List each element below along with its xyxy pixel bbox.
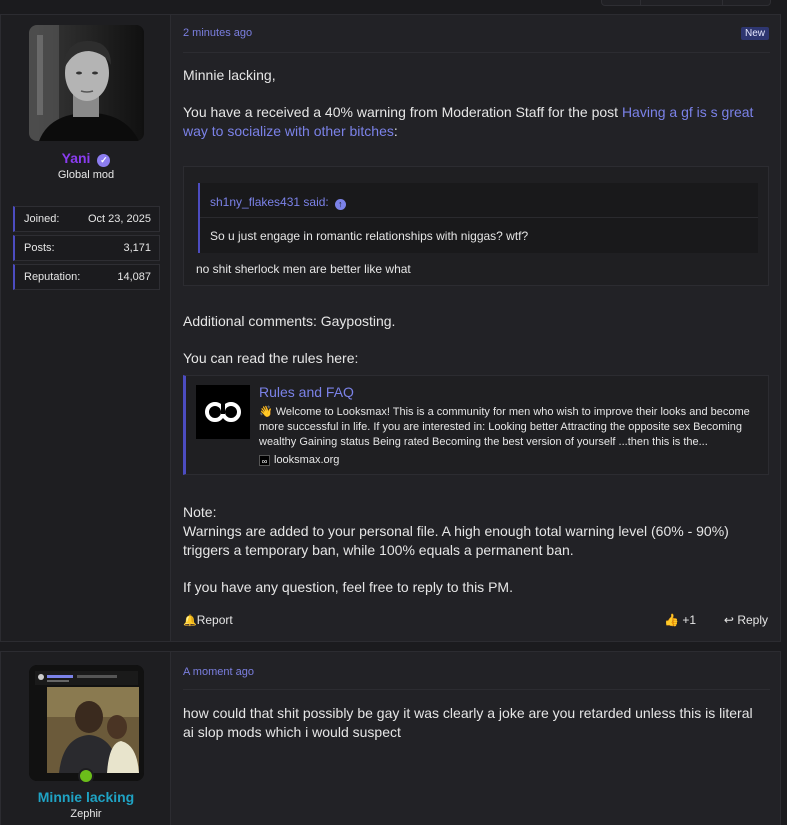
header-divider xyxy=(183,52,770,53)
closing-text: If you have any question, feel free to r… xyxy=(183,579,513,595)
stat-label: Reputation: xyxy=(24,271,81,283)
message-post: Minnie lacking Zephir A moment ago how c… xyxy=(0,651,781,825)
top-tabs[interactable] xyxy=(601,0,771,6)
quote-text: So u just engage in romantic relationshi… xyxy=(210,229,529,243)
favicon-icon: ∞ xyxy=(259,454,270,466)
report-button[interactable]: 🔔Report xyxy=(183,613,233,627)
like-count[interactable]: +1 xyxy=(682,613,696,627)
user-cell: Minnie lacking Zephir xyxy=(1,652,171,825)
username[interactable]: Minnie lacking xyxy=(1,789,171,805)
header-divider xyxy=(183,689,770,690)
quote-block: sh1ny_flakes431 said: ↑ So u just engage … xyxy=(183,166,769,286)
stat-value: Oct 23, 2025 xyxy=(88,213,151,225)
link-unfurl[interactable]: Rules and FAQ 👋 Welcome to Looksmax! Thi… xyxy=(183,375,769,475)
new-badge: New xyxy=(740,27,769,40)
online-status-indicator xyxy=(78,768,94,784)
warning-prefix: You have a received a 40% warning from M… xyxy=(183,104,622,120)
reply-label[interactable]: Reply xyxy=(737,613,768,627)
unfurl-title[interactable]: Rules and FAQ xyxy=(259,384,354,400)
stat-reputation: Reputation: 14,087 xyxy=(13,264,160,290)
warning-text: You have a received a 40% warning from M… xyxy=(183,103,773,141)
avatar[interactable] xyxy=(29,665,144,781)
rules-intro: You can read the rules here: xyxy=(183,350,359,366)
bell-icon: 🔔 xyxy=(183,615,197,627)
stat-label: Joined: xyxy=(24,213,60,225)
user-title: Zephir xyxy=(70,808,102,820)
unfurl-domain[interactable]: ∞ looksmax.org xyxy=(259,454,339,466)
post-actions: 🔔Report 👍 +1 ↩ Reply xyxy=(183,613,768,629)
report-label[interactable]: Report xyxy=(197,613,233,627)
avatar[interactable] xyxy=(29,25,144,141)
username-text[interactable]: Minnie lacking xyxy=(38,789,134,805)
message-main: 2 minutes ago New Minnie lacking, You ha… xyxy=(172,15,780,641)
note-label: Note: xyxy=(183,504,217,520)
reply-button[interactable]: ↩ Reply xyxy=(724,613,768,627)
like-button[interactable]: 👍 +1 xyxy=(664,613,696,627)
post-timestamp[interactable]: A moment ago xyxy=(183,666,254,678)
stat-label: Posts: xyxy=(24,242,55,254)
stat-posts: Posts: 3,171 xyxy=(13,235,160,261)
unfurl-description: 👋 Welcome to Looksmax! This is a communi… xyxy=(259,406,750,448)
reply-icon: ↩ xyxy=(723,613,734,627)
note-text: Warnings are added to your personal file… xyxy=(183,523,729,558)
quote-author-text[interactable]: sh1ny_flakes431 said: xyxy=(210,195,329,209)
verified-icon: ✓ xyxy=(97,154,111,167)
user-cell: Yani ✓ Global mod Joined: Oct 23, 2025 P… xyxy=(1,15,171,641)
unfurl-domain-text[interactable]: looksmax.org xyxy=(274,454,339,466)
stat-value: 14,087 xyxy=(117,271,151,283)
post-timestamp[interactable]: 2 minutes ago xyxy=(183,27,252,39)
message-post: Yani ✓ Global mod Joined: Oct 23, 2025 P… xyxy=(0,14,781,642)
stat-joined: Joined: Oct 23, 2025 xyxy=(13,206,160,232)
message-main: A moment ago how could that shit possibl… xyxy=(172,652,780,825)
quote-inner: sh1ny_flakes431 said: ↑ So u just engage … xyxy=(198,183,758,253)
greeting-text: Minnie lacking, xyxy=(183,67,276,83)
quote-author[interactable]: sh1ny_flakes431 said: ↑ xyxy=(210,195,346,210)
user-title: Global mod xyxy=(57,169,115,181)
looksmax-logo-icon xyxy=(196,385,250,439)
username-text[interactable]: Yani xyxy=(62,150,91,166)
warning-suffix: : xyxy=(393,123,398,139)
top-bar xyxy=(0,0,787,10)
username[interactable]: Yani ✓ xyxy=(1,150,171,167)
stat-value: 3,171 xyxy=(123,242,151,254)
quote-divider xyxy=(200,217,758,218)
post-text: how could that shit possibly be gay it w… xyxy=(183,705,753,740)
arrow-up-icon[interactable]: ↑ xyxy=(334,199,346,210)
thumbs-up-icon[interactable]: 👍 xyxy=(664,613,679,627)
quote-reply-text: no shit sherlock men are better like wha… xyxy=(196,262,411,276)
additional-comments: Additional comments: Gayposting. xyxy=(183,313,396,329)
